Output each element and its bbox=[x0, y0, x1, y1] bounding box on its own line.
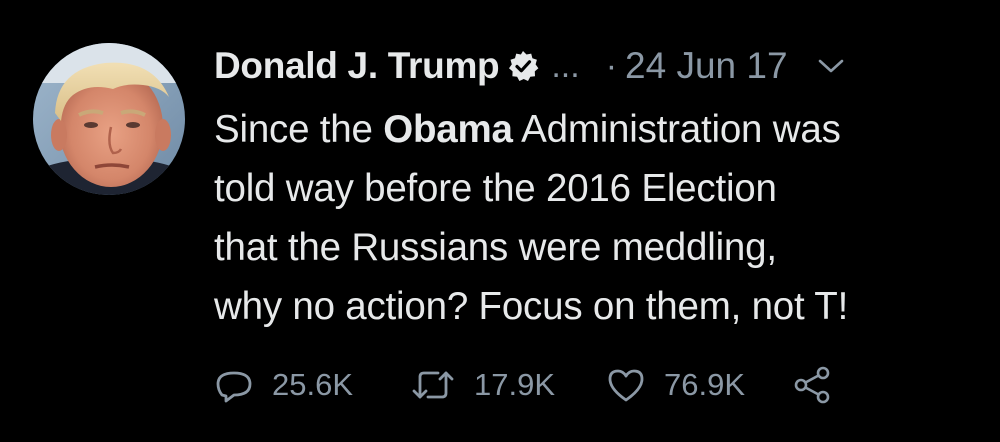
reply-icon bbox=[214, 365, 254, 405]
retweet-icon bbox=[410, 365, 456, 405]
tweet-date[interactable]: 24 Jun 17 bbox=[625, 45, 788, 87]
retweet-count: 17.9K bbox=[474, 367, 556, 402]
separator-dot: · bbox=[605, 46, 618, 85]
verified-icon bbox=[507, 50, 539, 82]
avatar-image bbox=[33, 43, 185, 195]
tweet-text-line-3: that the Russians were meddling, bbox=[214, 226, 777, 269]
tweet-text-bold: Obama bbox=[383, 108, 513, 151]
like-count: 76.9K bbox=[664, 367, 746, 402]
avatar[interactable] bbox=[33, 43, 185, 195]
tweet-text-line-1: Since the Obama Administration was bbox=[214, 108, 841, 151]
tweet-text: Since the Obama Administration was told … bbox=[214, 100, 974, 336]
tweet-card[interactable]: Donald J. Trump ... · 24 Jun 17 Since th… bbox=[0, 0, 1000, 442]
tweet-text-line-2: told way before the 2016 Election bbox=[214, 167, 777, 210]
reply-count: 25.6K bbox=[272, 367, 354, 402]
tweet-text-line-4: why no action? Focus on them, not T! bbox=[214, 285, 849, 328]
chevron-down-icon[interactable] bbox=[818, 58, 844, 74]
like-icon bbox=[606, 365, 646, 405]
reply-button[interactable]: 25.6K bbox=[214, 365, 410, 405]
tweet-actions: 25.6K 17.9K 76.9K bbox=[214, 360, 832, 410]
retweet-button[interactable]: 17.9K bbox=[410, 365, 606, 405]
share-button[interactable] bbox=[792, 365, 832, 405]
author-name[interactable]: Donald J. Trump bbox=[214, 45, 500, 87]
tweet-header: Donald J. Trump ... · 24 Jun 17 bbox=[214, 38, 844, 94]
share-icon bbox=[792, 365, 832, 405]
author-handle[interactable]: ... bbox=[551, 47, 579, 86]
like-button[interactable]: 76.9K bbox=[606, 365, 792, 405]
